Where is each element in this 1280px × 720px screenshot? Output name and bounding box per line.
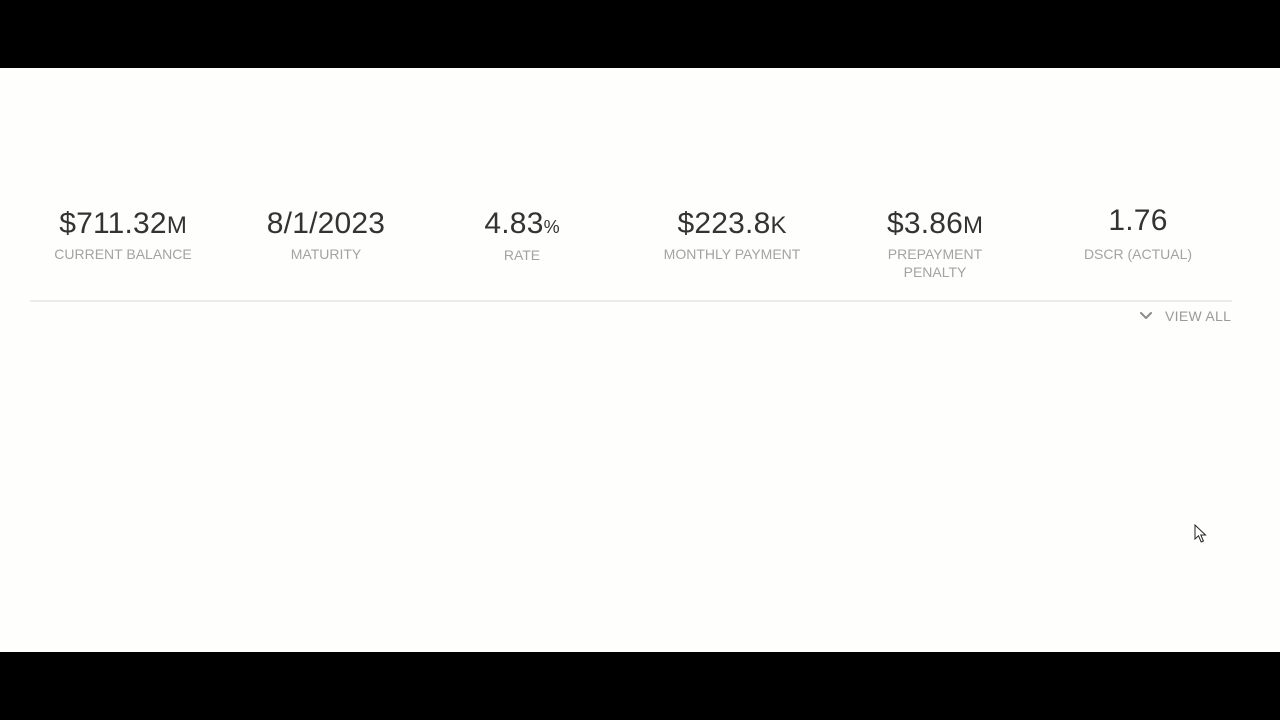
stat-label: DSCR (ACTUAL) [1083, 246, 1193, 262]
loan-summary-stats: $711.32M CURRENT BALANCE 8/1/2023 MATURI… [0, 204, 1280, 285]
stat-value: 8/1/2023 [266, 207, 386, 240]
stat-rate: 4.83% RATE [427, 205, 617, 264]
stat-label: MATURITY [290, 246, 362, 262]
stat-value: $711.32M [59, 207, 187, 240]
stat-value: 1.76 [1108, 204, 1168, 237]
mouse-cursor-icon [1194, 524, 1207, 543]
view-all-label: VIEW ALL [1165, 308, 1232, 324]
chevron-down-icon [1140, 312, 1152, 319]
app-content: $711.32M CURRENT BALANCE 8/1/2023 MATURI… [0, 68, 1280, 652]
stat-maturity: 8/1/2023 MATURITY [231, 205, 421, 263]
stat-value: $223.8K [677, 207, 787, 240]
stat-value: $3.86M [886, 207, 984, 240]
stat-unit: K [770, 212, 787, 239]
stat-prepayment-penalty: $3.86M PREPAYMENT PENALTY [840, 205, 1030, 281]
stat-unit: M [166, 212, 187, 239]
stat-unit: M [963, 212, 984, 239]
divider [30, 300, 1232, 302]
stat-dscr-actual: 1.76 DSCR (ACTUAL) [1043, 204, 1233, 263]
stat-label: MONTHLY PAYMENT [663, 246, 801, 262]
stat-label: PREPAYMENT PENALTY [887, 246, 983, 280]
stat-label: CURRENT BALANCE [54, 246, 192, 262]
view-all-button[interactable]: VIEW ALL [1136, 306, 1231, 326]
stat-label: RATE [503, 247, 541, 263]
stat-value: 4.83% [484, 207, 560, 240]
stat-unit: % [543, 217, 560, 237]
stat-monthly-payment: $223.8K MONTHLY PAYMENT [637, 205, 827, 263]
stat-current-balance: $711.32M CURRENT BALANCE [28, 205, 218, 263]
